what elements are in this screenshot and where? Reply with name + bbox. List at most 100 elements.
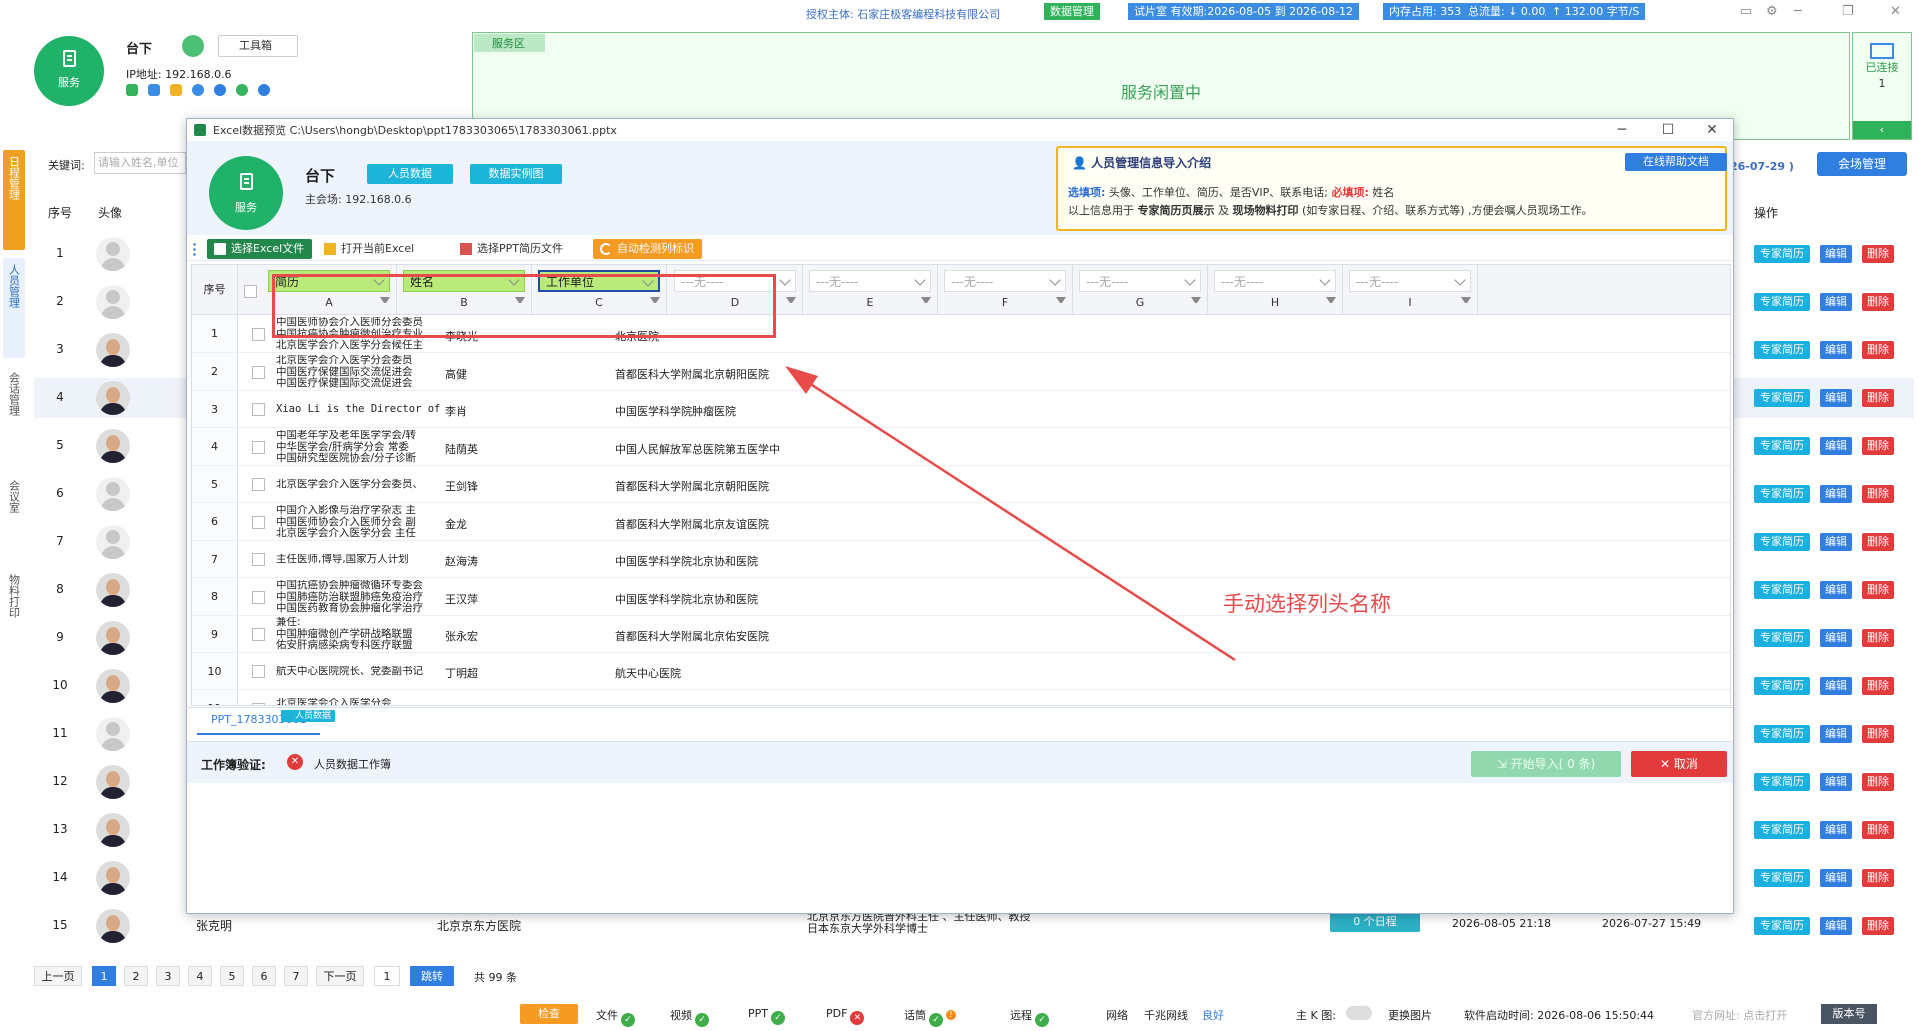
jump-page-input[interactable]: 1 [374,966,400,986]
select-all-checkbox[interactable] [244,285,257,298]
column-mapping-select[interactable]: ---无---- [944,270,1066,292]
edit-button[interactable]: 编辑 [1820,437,1852,455]
delete-button[interactable]: 删除 [1862,485,1894,503]
select-excel-button[interactable]: 选择Excel文件 [207,239,313,259]
avatar[interactable] [96,861,130,895]
folder-icon[interactable] [170,84,182,96]
globe-icon[interactable] [214,84,226,96]
row-checkbox[interactable] [252,516,265,529]
avatar[interactable] [96,717,130,751]
avatar[interactable] [96,237,130,271]
check-button[interactable]: 检查 [520,1004,578,1024]
resume-button[interactable]: 专家简历 [1754,389,1810,407]
edit-button[interactable]: 编辑 [1820,821,1852,839]
page-2[interactable]: 2 [124,966,148,986]
open-excel-button[interactable]: 打开当前Excel [317,239,422,259]
start-import-button[interactable]: ⇲ 开始导入( 0 条) [1471,751,1621,777]
drag-handle-icon[interactable] [193,242,196,256]
delete-button[interactable]: 删除 [1862,533,1894,551]
delete-button[interactable]: 删除 [1862,677,1894,695]
data-mgmt-button[interactable]: 数据管理 [1044,3,1100,20]
row-checkbox[interactable] [252,478,265,491]
row-checkbox[interactable] [252,366,265,379]
filter-icon[interactable] [786,297,796,307]
jump-button[interactable]: 跳转 [410,966,454,986]
sample-image-button[interactable]: 数据实例图 [470,164,562,184]
avatar[interactable] [96,813,130,847]
row-checkbox[interactable] [252,403,265,416]
nav-print[interactable]: 物料打印 [3,568,25,668]
edit-button[interactable]: 编辑 [1820,917,1852,935]
prev-page-button[interactable]: 上一页 [34,966,82,986]
change-image-button[interactable]: 更换图片 [1388,1007,1432,1023]
people-data-button[interactable]: 人员数据 [367,164,453,184]
delete-button[interactable]: 删除 [1862,869,1894,887]
delete-button[interactable]: 删除 [1862,245,1894,263]
window-restore-icon[interactable]: ❐ [1842,4,1854,19]
toolbox-button[interactable]: 工具箱 [218,35,298,57]
edit-button[interactable]: 编辑 [1820,485,1852,503]
resume-button[interactable]: 专家简历 [1754,629,1810,647]
delete-button[interactable]: 删除 [1862,437,1894,455]
avatar[interactable] [96,333,130,367]
edit-button[interactable]: 编辑 [1820,533,1852,551]
dialog-maximize-icon[interactable]: ☐ [1645,119,1691,141]
collapse-chevron-icon[interactable]: ‹ [1853,121,1911,139]
minimize-icon[interactable]: ▭ [1740,4,1752,19]
page-1[interactable]: 1 [92,966,116,986]
resume-button[interactable]: 专家简历 [1754,485,1810,503]
nav-schedule[interactable]: 日程管理 [3,150,25,250]
row-checkbox[interactable] [252,441,265,454]
page-5[interactable]: 5 [220,966,244,986]
filter-icon[interactable] [1056,297,1066,307]
row-checkbox[interactable] [252,665,265,678]
resume-button[interactable]: 专家简历 [1754,869,1810,887]
edit-button[interactable]: 编辑 [1820,677,1852,695]
column-mapping-select[interactable]: ---无---- [1349,270,1471,292]
edit-icon[interactable] [182,35,204,57]
avatar[interactable] [96,285,130,319]
delete-button[interactable]: 删除 [1862,629,1894,647]
k-mode-toggle[interactable] [1346,1006,1372,1020]
avatar[interactable] [96,765,130,799]
network-icon[interactable] [192,84,204,96]
delete-button[interactable]: 删除 [1862,917,1894,935]
resume-button[interactable]: 专家简历 [1754,677,1810,695]
edit-button[interactable]: 编辑 [1820,245,1852,263]
edit-button[interactable]: 编辑 [1820,341,1852,359]
delete-button[interactable]: 删除 [1862,389,1894,407]
resume-button[interactable]: 专家简历 [1754,821,1810,839]
delete-button[interactable]: 删除 [1862,293,1894,311]
avatar[interactable] [96,669,130,703]
select-ppt-button[interactable]: 选择PPT简历文件 [453,239,571,259]
row15-schedule-button[interactable]: 0 个日程 [1330,912,1420,932]
screen-icon[interactable] [148,84,160,96]
resume-button[interactable]: 专家简历 [1754,917,1810,935]
compass-icon[interactable] [258,84,270,96]
resume-button[interactable]: 专家简历 [1754,581,1810,599]
column-mapping-select[interactable]: ---无---- [1079,270,1201,292]
filter-icon[interactable] [1191,297,1201,307]
venue-mgmt-button[interactable]: 会场管理 [1817,152,1907,176]
edit-button[interactable]: 编辑 [1820,773,1852,791]
edit-button[interactable]: 编辑 [1820,725,1852,743]
window-minimize-icon[interactable]: ─ [1794,4,1802,19]
delete-button[interactable]: 删除 [1862,821,1894,839]
nav-people[interactable]: 人员管理 [3,258,25,358]
row-checkbox[interactable] [252,328,265,341]
avatar[interactable] [96,381,130,415]
next-page-button[interactable]: 下一页 [316,966,364,986]
dialog-minimize-icon[interactable]: ─ [1599,119,1645,141]
page-4[interactable]: 4 [188,966,212,986]
column-mapping-select[interactable]: ---无---- [1214,270,1336,292]
website-link[interactable]: 官方网址: 点击打开 [1692,1007,1787,1023]
avatar[interactable] [96,909,130,943]
edit-button[interactable]: 编辑 [1820,581,1852,599]
page-7[interactable]: 7 [284,966,308,986]
resume-button[interactable]: 专家简历 [1754,437,1810,455]
avatar[interactable] [96,525,130,559]
avatar[interactable] [96,621,130,655]
settings-icon[interactable]: ⚙ [1766,4,1778,19]
nav-meeting-room[interactable]: 会议室 [3,474,25,560]
nav-session[interactable]: 会话管理 [3,366,25,466]
